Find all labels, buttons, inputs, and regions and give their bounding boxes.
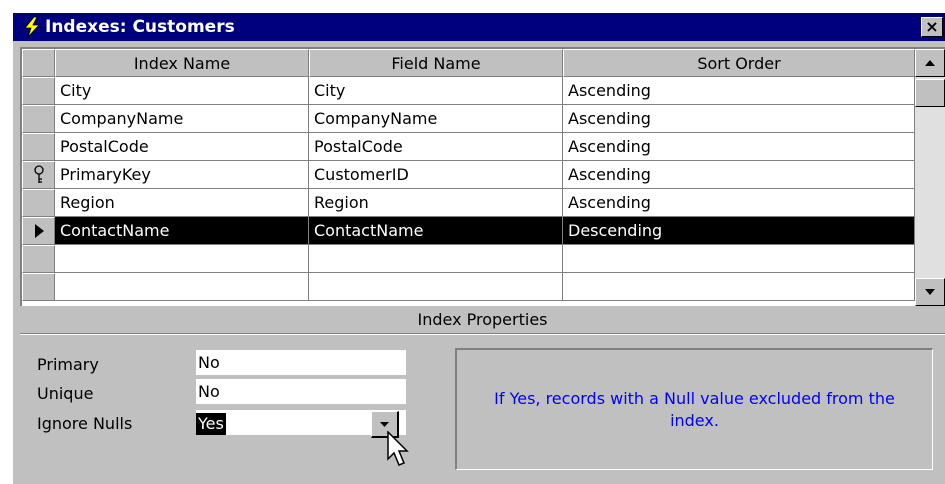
indexes-dialog: Indexes: Customers × Index Name Field Na…	[13, 13, 945, 484]
table-row[interactable]: CompanyName CompanyName Ascending	[22, 105, 915, 133]
title-bar[interactable]: Indexes: Customers ×	[13, 13, 945, 41]
mouse-cursor-icon	[387, 431, 409, 466]
row-selector[interactable]	[22, 217, 55, 245]
row-selector[interactable]	[22, 273, 55, 301]
scroll-up-icon	[925, 60, 935, 66]
table-row[interactable]: PostalCode PostalCode Ascending	[22, 133, 915, 161]
indexes-grid: Index Name Field Name Sort Order City Ci…	[20, 47, 945, 306]
window-title: Indexes: Customers	[45, 17, 235, 37]
index-name-cell[interactable]	[55, 273, 309, 301]
field-name-cell[interactable]: PostalCode	[309, 133, 563, 161]
index-name-cell[interactable]: ContactName	[55, 217, 309, 245]
close-button[interactable]: ×	[921, 17, 943, 37]
scroll-up-button[interactable]	[915, 49, 945, 77]
sort-order-cell[interactable]	[563, 245, 915, 273]
field-name-cell[interactable]: CustomerID	[309, 161, 563, 189]
row-selector[interactable]	[22, 245, 55, 273]
vertical-scrollbar[interactable]	[915, 49, 945, 306]
divider	[20, 334, 945, 335]
row-selector[interactable]	[22, 189, 55, 217]
ignore-nulls-value[interactable]: Yes	[196, 413, 226, 435]
column-header-index-name[interactable]: Index Name	[55, 49, 309, 77]
sort-order-cell[interactable]: Descending	[563, 217, 915, 245]
sort-order-cell[interactable]: Ascending	[563, 105, 915, 133]
table-row-selected[interactable]: ContactName ContactName Descending	[22, 217, 915, 245]
field-name-cell[interactable]: ContactName	[309, 217, 563, 245]
field-name-cell[interactable]: Region	[309, 189, 563, 217]
sort-order-cell[interactable]: Ascending	[563, 77, 915, 105]
unique-field[interactable]: No	[196, 379, 406, 404]
sort-order-cell[interactable]: Ascending	[563, 161, 915, 189]
index-properties-header: Index Properties	[20, 307, 945, 334]
field-name-cell[interactable]: City	[309, 77, 563, 105]
scroll-down-button[interactable]	[915, 278, 945, 306]
close-icon: ×	[925, 17, 939, 36]
table-row[interactable]: Region Region Ascending	[22, 189, 915, 217]
field-name-cell[interactable]	[309, 273, 563, 301]
row-selector[interactable]	[22, 105, 55, 133]
primary-label: Primary	[37, 355, 99, 374]
field-name-cell[interactable]	[309, 245, 563, 273]
sort-order-cell[interactable]: Ascending	[563, 189, 915, 217]
primary-field[interactable]: No	[196, 350, 406, 375]
column-header-sort-order[interactable]: Sort Order	[563, 49, 915, 77]
sort-order-cell[interactable]: Ascending	[563, 133, 915, 161]
table-row[interactable]: City City Ascending	[22, 77, 915, 105]
index-name-cell[interactable]: Region	[55, 189, 309, 217]
table-row[interactable]: PrimaryKey CustomerID Ascending	[22, 161, 915, 189]
help-text-box: If Yes, records with a Null value exclud…	[455, 348, 933, 470]
index-name-cell[interactable]	[55, 245, 309, 273]
grid-header-row: Index Name Field Name Sort Order	[22, 49, 915, 77]
sort-order-cell[interactable]	[563, 273, 915, 301]
lightning-icon	[24, 16, 40, 38]
scroll-thumb[interactable]	[915, 79, 945, 107]
row-selector[interactable]	[22, 133, 55, 161]
scroll-down-icon	[925, 289, 935, 295]
index-name-cell[interactable]: PostalCode	[55, 133, 309, 161]
row-pointer-icon	[35, 224, 44, 238]
row-selector[interactable]	[22, 77, 55, 105]
key-icon	[34, 165, 44, 183]
index-name-cell[interactable]: CompanyName	[55, 105, 309, 133]
index-name-cell[interactable]: City	[55, 77, 309, 105]
field-name-cell[interactable]: CompanyName	[309, 105, 563, 133]
empty-row[interactable]	[22, 245, 915, 273]
empty-row[interactable]	[22, 273, 915, 301]
ignore-nulls-label: Ignore Nulls	[37, 414, 133, 433]
unique-label: Unique	[37, 384, 94, 403]
index-name-cell[interactable]: PrimaryKey	[55, 161, 309, 189]
column-header-field-name[interactable]: Field Name	[309, 49, 563, 77]
row-selector[interactable]	[22, 161, 55, 189]
corner-selector[interactable]	[22, 49, 55, 77]
help-text: If Yes, records with a Null value exclud…	[494, 388, 895, 430]
